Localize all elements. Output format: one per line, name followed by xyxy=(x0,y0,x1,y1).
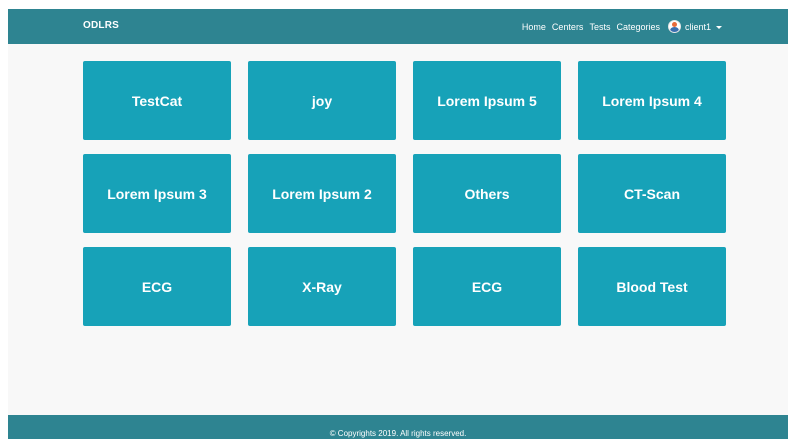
category-tile-lorem-ipsum-5[interactable]: Lorem Ipsum 5 xyxy=(413,61,561,140)
category-tile-lorem-ipsum-3[interactable]: Lorem Ipsum 3 xyxy=(83,154,231,233)
caret-down-icon xyxy=(716,25,722,29)
category-tile-x-ray[interactable]: X-Ray xyxy=(248,247,396,326)
category-tile-lorem-ipsum-2[interactable]: Lorem Ipsum 2 xyxy=(248,154,396,233)
category-tile-ecg[interactable]: ECG xyxy=(83,247,231,326)
nav-link-centers[interactable]: Centers xyxy=(552,22,584,32)
footer: © Copyrights 2019. All rights reserved. xyxy=(8,415,788,439)
category-tile-ecg-2[interactable]: ECG xyxy=(413,247,561,326)
nav-link-tests[interactable]: Tests xyxy=(589,22,610,32)
category-tile-testcat[interactable]: TestCat xyxy=(83,61,231,140)
category-tile-blood-test[interactable]: Blood Test xyxy=(578,247,726,326)
category-grid: TestCat joy Lorem Ipsum 5 Lorem Ipsum 4 … xyxy=(83,61,726,326)
nav-link-categories[interactable]: Categories xyxy=(616,22,660,32)
nav-link-home[interactable]: Home xyxy=(522,22,546,32)
nav-links: Home Centers Tests Categories client1 xyxy=(516,9,722,44)
category-tile-lorem-ipsum-4[interactable]: Lorem Ipsum 4 xyxy=(578,61,726,140)
app-frame: ODLRS Home Centers Tests Categories clie… xyxy=(8,9,788,439)
footer-copyright: © Copyrights 2019. All rights reserved. xyxy=(329,429,467,438)
user-menu[interactable]: client1 xyxy=(667,20,722,33)
category-tile-others[interactable]: Others xyxy=(413,154,561,233)
user-avatar-icon xyxy=(667,20,681,33)
brand-logo[interactable]: ODLRS xyxy=(83,20,119,31)
category-tile-joy[interactable]: joy xyxy=(248,61,396,140)
navbar: ODLRS Home Centers Tests Categories clie… xyxy=(8,9,788,44)
category-tile-ct-scan[interactable]: CT-Scan xyxy=(578,154,726,233)
user-name: client1 xyxy=(684,21,711,32)
